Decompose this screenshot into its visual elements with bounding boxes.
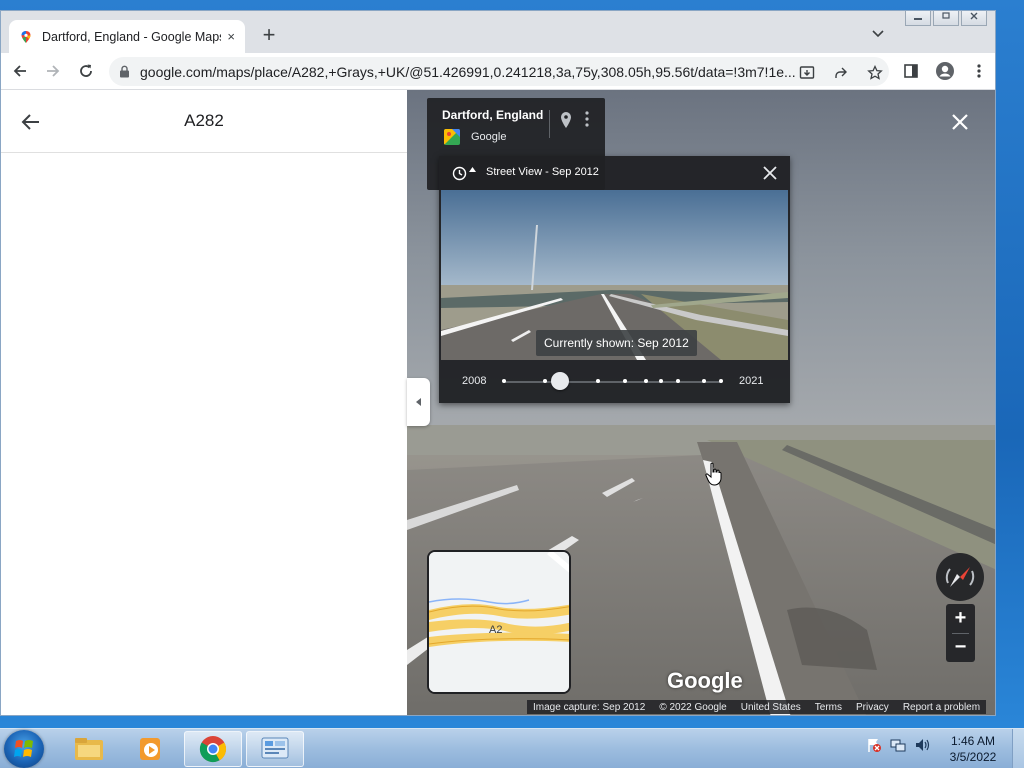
image-capture-date: Image capture: Sep 2012 [533, 701, 646, 713]
minimap[interactable]: A2 [427, 550, 571, 694]
slider-tick[interactable] [623, 379, 627, 383]
street-view-place-name[interactable]: Dartford, England [442, 108, 543, 122]
zoom-in-button[interactable]: + [946, 604, 975, 633]
zoom-divider [952, 633, 969, 634]
browser-menu-icon[interactable] [967, 59, 991, 83]
place-title: A282 [184, 111, 224, 130]
start-button[interactable] [4, 730, 44, 768]
caret-left-icon [415, 398, 421, 406]
slider-tick[interactable] [659, 379, 663, 383]
url-text: google.com/maps/place/A282,+Grays,+UK/@5… [140, 63, 796, 80]
close-window-button[interactable] [961, 11, 987, 26]
tab-google-maps[interactable]: Dartford, England - Google Maps × [9, 20, 245, 53]
hand-cursor-icon [705, 462, 722, 486]
folder-icon [75, 738, 103, 760]
street-view-panorama[interactable]: Dartford, England Google Street View - S… [407, 90, 995, 715]
tab-search-chevron-icon[interactable] [869, 27, 887, 45]
slider-knob[interactable] [551, 372, 569, 390]
zoom-out-button[interactable]: − [946, 633, 975, 662]
left-panel: A282 [1, 90, 407, 715]
year-end-label: 2021 [739, 375, 764, 387]
minimap-road-label: A2 [489, 624, 503, 636]
attribution-bar: Image capture: Sep 2012 © 2022 Google Un… [527, 700, 987, 714]
window-controls [905, 11, 987, 26]
side-panel-icon[interactable] [899, 59, 923, 83]
browser-window: Dartford, England - Google Maps × + goog… [0, 10, 996, 716]
address-bar[interactable]: google.com/maps/place/A282,+Grays,+UK/@5… [109, 57, 889, 86]
time-travel-thumbnail[interactable]: Currently shown: Sep 2012 [441, 190, 788, 360]
more-options-icon[interactable] [585, 111, 589, 132]
close-time-travel-icon[interactable] [761, 164, 779, 182]
time-travel-panel: Street View - Sep 2012 Currently shown: … [439, 156, 790, 403]
back-button[interactable] [6, 57, 34, 85]
new-tab-button[interactable]: + [257, 24, 281, 48]
control-panel-icon [261, 737, 289, 759]
slider-tick[interactable] [702, 379, 706, 383]
restore-button[interactable] [933, 11, 959, 26]
copyright-text: © 2022 Google [659, 701, 727, 713]
maps-page: A282 Dartford, England Google Street Vie… [1, 90, 995, 715]
minimize-button[interactable] [905, 11, 931, 26]
taskbar-media-player[interactable] [122, 731, 180, 767]
slider-track[interactable] [504, 381, 722, 383]
network-icon[interactable] [890, 737, 906, 753]
time-travel-header: Street View - Sep 2012 [439, 156, 790, 190]
forward-button[interactable] [39, 57, 67, 85]
browser-toolbar: google.com/maps/place/A282,+Grays,+UK/@5… [1, 53, 995, 90]
year-start-label: 2008 [462, 375, 487, 387]
system-clock[interactable]: 1:46 AM 3/5/2022 [938, 733, 1008, 765]
collapse-side-panel-button[interactable] [407, 378, 430, 426]
clock-date: 3/5/2022 [949, 750, 997, 764]
region-link[interactable]: United States [741, 702, 801, 713]
slider-tick[interactable] [502, 379, 506, 383]
clock-time: 1:46 AM [950, 734, 996, 748]
lock-icon [119, 65, 130, 78]
time-travel-title: Street View - Sep 2012 [486, 166, 599, 178]
profile-avatar-icon[interactable] [933, 59, 957, 83]
location-pin-icon[interactable] [560, 111, 572, 134]
compass-icon[interactable] [936, 553, 984, 601]
chrome-icon [199, 736, 227, 763]
bookmark-star-icon[interactable] [865, 63, 885, 83]
history-clock-icon[interactable] [452, 166, 467, 186]
tab-title: Dartford, England - Google Maps [42, 29, 222, 44]
install-app-icon[interactable] [797, 63, 817, 83]
close-street-view-icon[interactable] [950, 112, 970, 132]
windows-logo-icon [14, 740, 33, 757]
google-logo: Google [667, 668, 743, 693]
back-arrow-icon [13, 65, 26, 77]
zoom-controls: + − [946, 604, 975, 662]
show-desktop-button[interactable] [1012, 729, 1024, 768]
google-logo-icon [444, 129, 460, 145]
report-problem-link[interactable]: Report a problem [903, 702, 980, 713]
year-slider[interactable]: 2008 2021 [439, 360, 790, 403]
google-maps-pin-icon [19, 30, 33, 44]
imagery-source: Google [471, 131, 507, 143]
share-icon[interactable] [831, 63, 851, 83]
left-panel-header: A282 [1, 90, 407, 153]
reload-icon [80, 64, 92, 77]
tab-strip: Dartford, England - Google Maps × + [1, 11, 995, 53]
taskbar-explorer[interactable] [60, 731, 118, 767]
taskbar-control-panel[interactable] [246, 731, 304, 767]
info-card-divider [549, 110, 550, 138]
currently-shown-tooltip: Currently shown: Sep 2012 [536, 330, 697, 356]
system-tray [866, 737, 930, 753]
reload-button[interactable] [72, 57, 100, 85]
privacy-link[interactable]: Privacy [856, 702, 889, 713]
volume-icon[interactable] [914, 737, 930, 753]
windows-taskbar: 1:46 AM 3/5/2022 [0, 728, 1024, 768]
action-center-flag-icon[interactable] [866, 737, 882, 753]
slider-tick[interactable] [676, 379, 680, 383]
tab-close-icon[interactable]: × [227, 29, 235, 44]
slider-tick[interactable] [543, 379, 547, 383]
forward-arrow-icon [47, 65, 60, 77]
slider-tick[interactable] [719, 379, 723, 383]
slider-tick[interactable] [596, 379, 600, 383]
terms-link[interactable]: Terms [815, 702, 842, 713]
caret-up-icon[interactable] [469, 167, 476, 174]
media-player-icon [140, 738, 160, 760]
taskbar-chrome[interactable] [184, 731, 242, 767]
slider-tick[interactable] [644, 379, 648, 383]
